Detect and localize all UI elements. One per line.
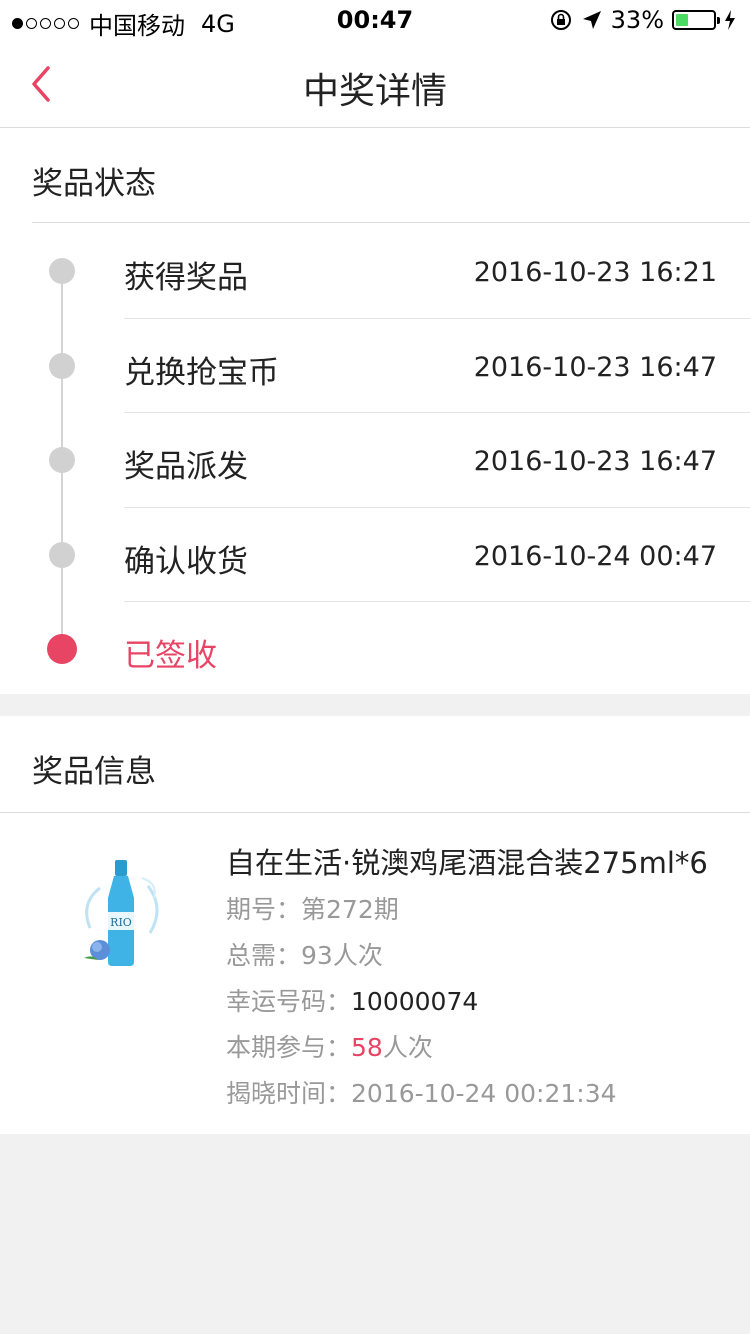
bottle-brand-label: RIO [110,916,132,929]
timeline-dot-active [47,634,77,664]
prize-info-title: 奖品信息 [32,754,156,790]
participation-count: 58 [351,1033,383,1062]
nav-bar: 中奖详情 [0,40,750,128]
timeline-step-label: 兑换抢宝币 [124,354,279,391]
participation-row: 本期参与：58人次 [226,1028,433,1064]
status-bar-right: 33% [549,6,736,34]
timeline-dot [49,447,75,473]
prize-image[interactable]: RIO [70,858,170,968]
timeline-step-time: 2016-10-24 00:47 [473,540,717,572]
timeline-step: 奖品派发 2016-10-23 16:47 [0,413,750,508]
timeline-dot [49,258,75,284]
period-value: 第272期 [301,895,399,924]
timeline-step-time: 2016-10-23 16:21 [473,257,717,288]
participation-label: 本期参与： [226,1033,352,1062]
divider [32,222,750,223]
location-arrow-icon [582,11,601,29]
page-title: 中奖详情 [302,71,447,112]
prize-name: 自在生活·锐澳鸡尾酒混合装275ml*6 [226,846,708,880]
battery-percent: 33% [610,6,664,34]
orientation-lock-icon [550,10,571,30]
timeline-dot [49,541,75,568]
timeline-step: 确认收货 2016-10-24 00:47 [0,508,750,602]
period-row: 期号：第272期 [226,890,399,926]
reveal-time-row: 揭晓时间：2016-10-24 00:21:34 [226,1074,617,1110]
total-label: 总需： [226,941,302,970]
lucky-number-value: 10000074 [351,987,479,1016]
prize-status-title: 奖品状态 [32,166,156,202]
battery-icon [672,10,720,30]
timeline-step-label: 确认收货 [124,543,248,580]
timeline-step-time: 2016-10-23 16:47 [473,351,717,383]
timeline-step-time: 2016-10-23 16:47 [473,446,717,477]
prize-info-card: 奖品信息 RIO 自在生活·锐澳鸡尾酒混合装275ml*6 期号：第272期 总… [0,716,750,1134]
timeline-step-label: 已签收 [124,638,217,674]
timeline-step-label: 获得奖品 [124,260,248,296]
charging-bolt-icon [725,10,735,30]
timeline-step: 兑换抢宝币 2016-10-23 16:47 [0,319,750,413]
timeline-step: 已签收 [0,602,750,696]
reveal-time-value: 2016-10-24 00:21:34 [351,1079,617,1108]
lucky-number-row: 幸运号码：10000074 [226,982,478,1018]
participation-unit: 人次 [382,1033,433,1062]
timeline-step: 获得奖品 2016-10-23 16:21 [0,224,750,319]
divider [0,812,750,813]
timeline-dot [49,352,75,379]
lucky-number-label: 幸运号码： [226,987,352,1016]
total-value: 93人次 [301,941,383,970]
status-bar: 中国移动 4G 00:47 33% [0,0,750,40]
reveal-time-label: 揭晓时间： [226,1079,352,1108]
period-label: 期号： [226,895,302,924]
timeline-step-label: 奖品派发 [124,449,248,485]
total-row: 总需：93人次 [226,936,383,972]
prize-status-card: 奖品状态 获得奖品 2016-10-23 16:21 兑换抢宝币 2016-10-23… [0,128,750,694]
